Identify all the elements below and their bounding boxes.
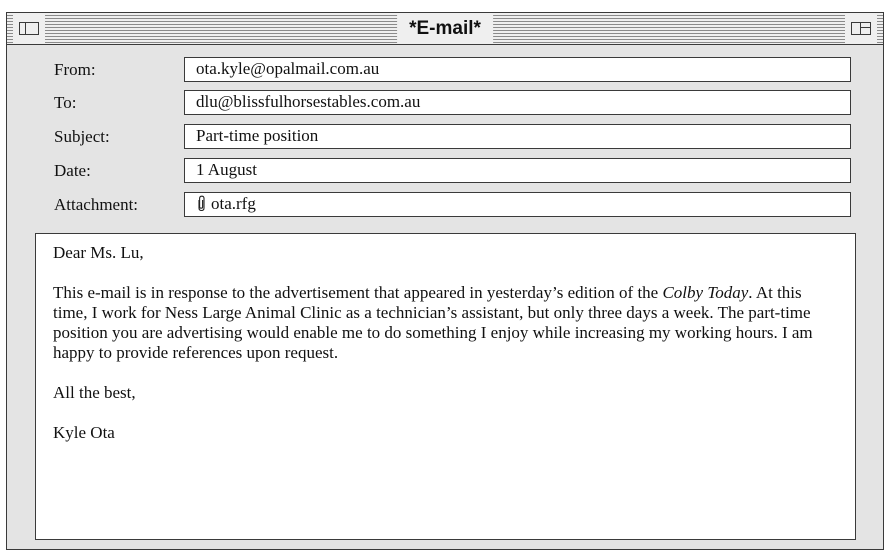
date-label: Date:: [54, 161, 91, 180]
close-box-icon[interactable]: [19, 22, 39, 35]
subject-label: Subject:: [54, 127, 110, 146]
publication-name: Colby Today: [662, 283, 749, 302]
attachment-label: Attachment:: [54, 195, 139, 214]
window-title: *E-mail*: [397, 13, 493, 44]
closing: All the best,: [53, 383, 136, 402]
attachment-filename[interactable]: ota.rfg: [211, 194, 256, 213]
greeting: Dear Ms. Lu,: [53, 243, 144, 262]
signature: Kyle Ota: [53, 423, 115, 442]
paragraph-text-start: This e-mail is in response to the advert…: [53, 283, 663, 302]
from-label: From:: [54, 60, 96, 79]
from-field[interactable]: ota.kyle@opalmail.com.au: [184, 57, 851, 82]
email-window: *E-mail* From: ota.kyle@opalmail.com.au …: [6, 12, 884, 550]
to-field[interactable]: dlu@blissfulhorsestables.com.au: [184, 90, 851, 115]
message-paragraph: This e-mail is in response to the advert…: [53, 283, 839, 363]
title-bar[interactable]: *E-mail*: [7, 13, 883, 45]
to-label: To:: [54, 93, 77, 112]
attachment-field[interactable]: ota.rfg: [184, 192, 851, 217]
paperclip-icon: [196, 195, 207, 216]
zoom-box-icon[interactable]: [851, 22, 871, 35]
message-body[interactable]: Dear Ms. Lu, This e-mail is in response …: [35, 233, 856, 540]
date-field[interactable]: 1 August: [184, 158, 851, 183]
subject-field[interactable]: Part-time position: [184, 124, 851, 149]
